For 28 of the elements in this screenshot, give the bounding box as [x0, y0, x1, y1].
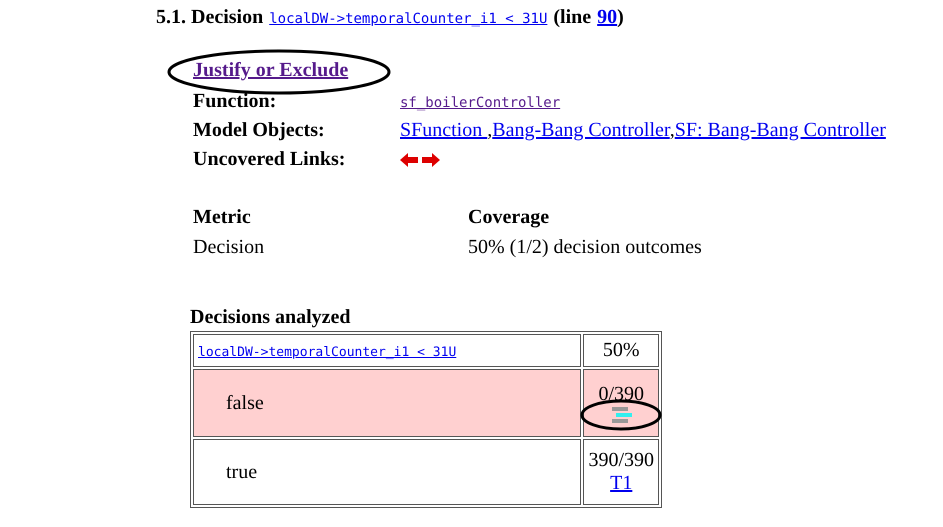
separator: ,	[670, 119, 675, 141]
left-arrow-icon[interactable]	[400, 152, 419, 166]
decisions-title: Decisions analyzed	[190, 306, 352, 329]
metric-cell-text: 50% (1/2) decision outcomes	[468, 236, 703, 258]
separator: ,	[487, 119, 492, 141]
table-cell: 50%	[583, 334, 659, 367]
metric-cell-text: Decision	[193, 236, 266, 258]
column-header: Coverage	[468, 206, 550, 228]
line-label: (line	[553, 6, 592, 29]
expression-link[interactable]: localDW->temporalCounter_i1 < 31U	[198, 345, 456, 360]
model-object-link[interactable]: SFunction	[400, 119, 488, 141]
column-header: Metric	[193, 206, 252, 228]
right-arrow-icon[interactable]	[421, 152, 440, 166]
function-link[interactable]: sf_boilerController	[400, 95, 560, 111]
table-cell: 390/390 T1	[583, 439, 659, 505]
table-cell: 0/390	[583, 369, 659, 437]
expression-link[interactable]: localDW->temporalCounter_i1 < 31U	[269, 11, 548, 27]
heading-title: 5.1. Decision	[156, 6, 264, 29]
line-link[interactable]: 90	[597, 6, 618, 29]
closing-paren: )	[617, 6, 624, 29]
test-link[interactable]: T1	[610, 472, 632, 494]
table-cell: false	[193, 369, 582, 437]
detail-label: Model Objects:	[193, 119, 326, 142]
detail-label: Function:	[193, 90, 278, 113]
detail-label: Uncovered Links:	[193, 148, 346, 171]
model-object-link[interactable]: SF: Bang-Bang Controller	[674, 119, 886, 141]
table-cell: true	[193, 439, 582, 505]
model-object-link[interactable]: Bang-Bang Controller	[492, 119, 670, 141]
